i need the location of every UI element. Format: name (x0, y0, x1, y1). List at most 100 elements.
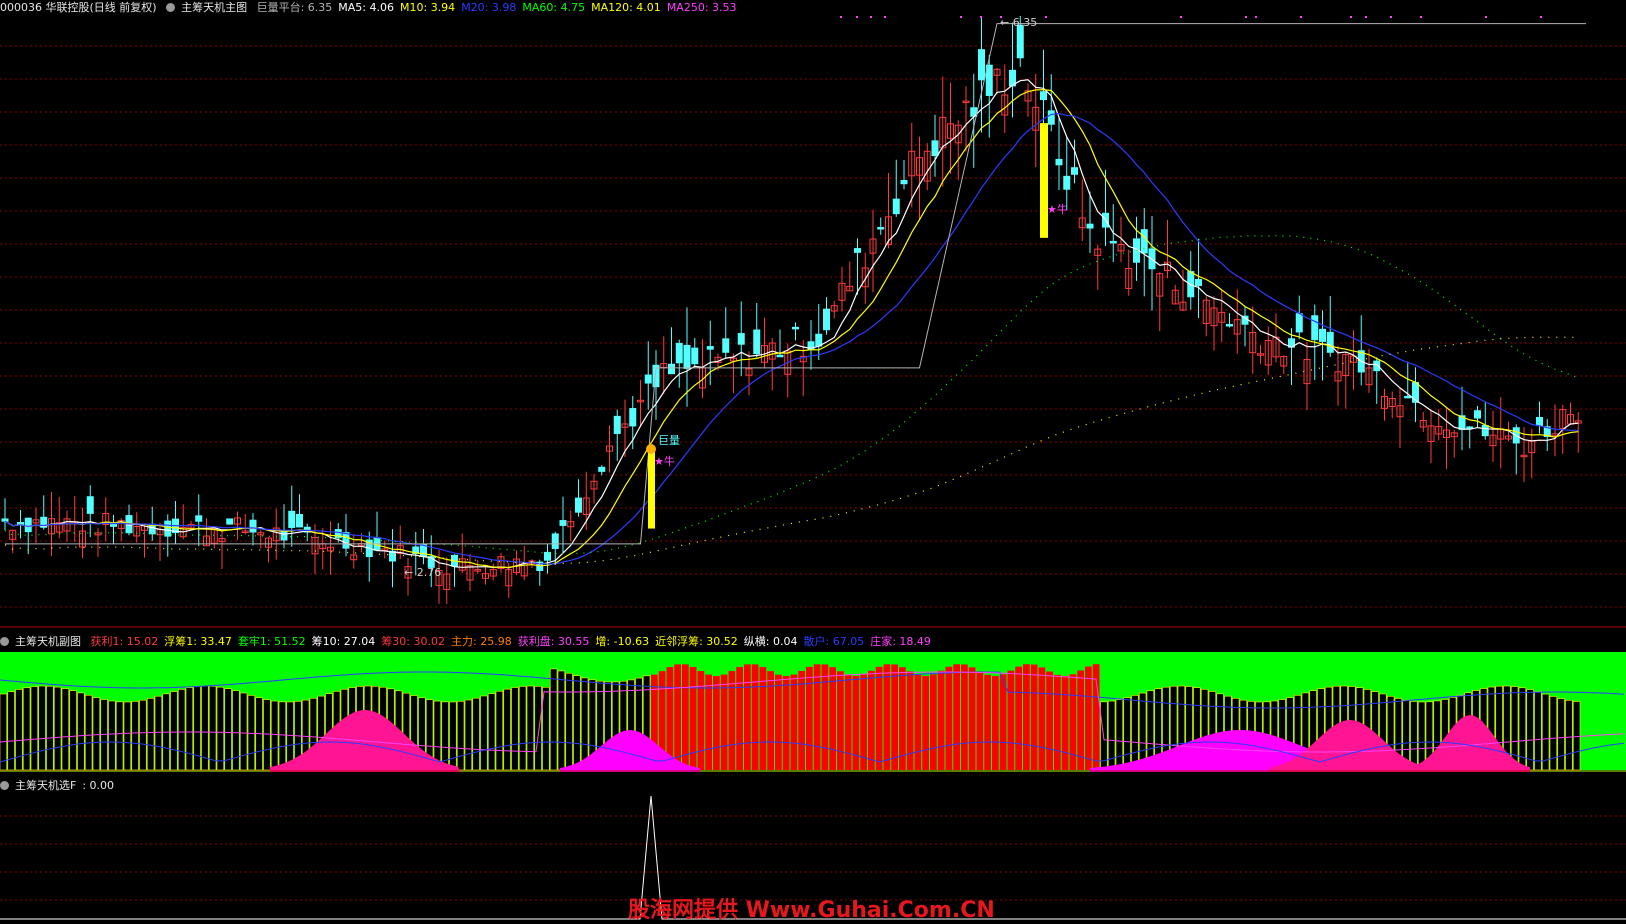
chip-bar (1510, 686, 1519, 771)
chip-bar (1565, 700, 1573, 771)
chip-bar (480, 695, 488, 771)
sub-indicator-settings-icon[interactable] (0, 637, 9, 646)
chip-bar (689, 666, 697, 770)
candle-down (1086, 223, 1094, 229)
sub-header-values: 获利1: 15.02 浮筹1: 33.47 套牢1: 51.52 筹10: 27.04… (91, 635, 937, 648)
high-price-label: ← 6.35 (1000, 16, 1037, 29)
candle-down (629, 408, 637, 427)
candle-down (1195, 279, 1202, 287)
chip-bar (984, 674, 991, 770)
candle-down (815, 333, 823, 347)
chip-bar (744, 664, 751, 770)
candle-down (288, 510, 296, 528)
candle-down (296, 514, 303, 528)
chip-bar (449, 701, 457, 771)
candle-down (1040, 91, 1047, 101)
giant-volume-label: 巨量 (658, 434, 680, 447)
ma-value-0: 巨量平台: 6.35 (256, 1, 333, 14)
chip-bar (705, 674, 712, 770)
chip-value-8: 近邻浮筹: 30.52 (655, 635, 738, 648)
chip-bar (46, 685, 54, 771)
chip-value-6: 获利盘: 30.55 (517, 635, 590, 648)
sub-indicator-name[interactable]: 主筹天机副图 (15, 635, 81, 648)
chip-bar (247, 695, 256, 771)
chip-bar (844, 674, 852, 770)
chip-bar (565, 672, 573, 771)
selector-header: 主筹天机选F : 0.00 (0, 778, 120, 794)
chip-bar (837, 671, 844, 770)
candle-down (892, 198, 900, 215)
top-signal-dots (840, 16, 1542, 18)
chip-bar (674, 664, 681, 770)
candle-down (1, 518, 9, 522)
chip-bar (15, 689, 23, 771)
candle-down (1016, 24, 1024, 59)
selector-value: : 0.00 (82, 779, 115, 792)
chip-bar (573, 675, 581, 771)
chip-bar (1030, 664, 1038, 770)
candle-down (1295, 313, 1303, 333)
candle-down (900, 179, 908, 185)
candle-down (683, 344, 691, 369)
main-price-chart[interactable]: ← 6.35← 2.76★牛★牛巨量 (0, 16, 1626, 628)
chip-bar (736, 666, 743, 770)
chip-bar (1131, 695, 1139, 771)
chip-bar (914, 674, 922, 770)
ma60-line (4, 235, 1579, 555)
chip-bar (860, 674, 867, 770)
chip-value-5: 主力: 25.98 (451, 635, 512, 648)
candle-down (854, 248, 861, 253)
platform-line (5, 23, 1586, 545)
selector-indicator-name[interactable]: 主筹天机选F (15, 779, 76, 792)
candle-down (931, 140, 939, 157)
candle-down (544, 551, 551, 561)
candle-down (877, 227, 885, 230)
candle-down (1474, 410, 1481, 419)
chip-bar (775, 674, 782, 770)
candle-down (1140, 229, 1148, 254)
chip-bar (472, 697, 480, 771)
main-indicator-name[interactable]: 主筹天机主图 (181, 1, 247, 14)
signal-dot (840, 16, 842, 18)
chip-bar (798, 670, 805, 770)
chip-bar (92, 697, 101, 771)
candle-down (1047, 110, 1055, 125)
chip-bar (170, 691, 178, 771)
indicator-settings-icon[interactable] (166, 3, 176, 12)
chip-bar (992, 675, 999, 770)
chip-bar (1007, 670, 1015, 770)
chip-bar (1115, 699, 1124, 771)
signal-dot (960, 16, 962, 18)
chip-value-9: 纵横: 0.04 (743, 635, 798, 648)
candle-down (1412, 382, 1419, 403)
candle-down (1326, 331, 1334, 353)
selector-settings-icon[interactable] (0, 781, 9, 790)
chip-bar (875, 666, 883, 770)
chip-distribution-chart[interactable] (0, 652, 1626, 772)
chip-bar (61, 688, 70, 771)
candle-down (985, 64, 993, 96)
chip-value-3: 筹10: 27.04 (311, 635, 376, 648)
chip-bar (456, 701, 465, 771)
candle-down (1071, 167, 1078, 175)
chip-value-10: 散户: 67.05 (803, 635, 865, 648)
chip-bar (224, 688, 232, 771)
chip-bar (518, 686, 527, 771)
chip-bar (239, 692, 248, 771)
candle-down (575, 497, 582, 513)
candle-down (706, 346, 714, 350)
chip-bar (526, 685, 535, 771)
candle-down (164, 520, 172, 537)
chip-value-0: 获利1: 15.02 (90, 635, 159, 648)
candle-down (1055, 158, 1063, 166)
chip-bar (968, 667, 976, 770)
chip-bar (22, 687, 31, 771)
chip-bar (77, 692, 85, 771)
candle-down (823, 308, 830, 331)
ma-value-5: MA120: 4.01 (591, 1, 661, 14)
chip-bar (1015, 666, 1022, 770)
chip-bar (1572, 701, 1581, 771)
candle-down (17, 522, 24, 525)
signal-dot (856, 16, 858, 18)
giant-volume-bar (1040, 123, 1048, 238)
